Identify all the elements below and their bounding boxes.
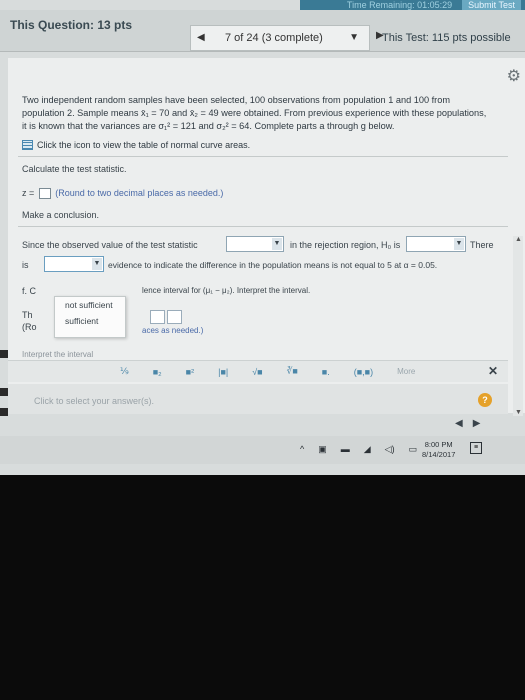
chevron-down-icon[interactable]: ▼ [272, 238, 282, 250]
edge-marker [0, 388, 8, 396]
calc-label: Calculate the test statistic. [22, 164, 127, 174]
question-header: This Question: 13 pts ◀ 7 of 24 (3 compl… [0, 10, 525, 52]
divider [18, 226, 508, 227]
gear-icon[interactable]: ⚙ [507, 66, 521, 86]
question-position[interactable]: 7 of 24 (3 complete) [225, 32, 323, 44]
edge-marker [0, 350, 8, 358]
clock-date: 8/14/2017 [422, 450, 456, 459]
notification-icon[interactable]: ≡ [470, 442, 482, 454]
keyboard-icon[interactable]: ▭ [409, 444, 418, 455]
submit-test-button[interactable]: Submit Test [462, 0, 521, 10]
subscript-button[interactable]: ■₂ [153, 367, 162, 377]
h0-dropdown[interactable]: ▼ [406, 236, 466, 252]
chevron-up-icon[interactable]: ^ [300, 444, 304, 455]
square-root-button[interactable]: √■ [252, 367, 262, 377]
math-toolbar: ⅑ ■₂ ■² |■| √■ ∛■ ■. (■,■) More ✕ [8, 360, 508, 382]
taskbar: ^ ▣ ▬ ◢ ◁) ▭ 8:00 PM 8/14/2017 ≡ [0, 436, 525, 464]
table-link-text[interactable]: Click the icon to view the table of norm… [37, 140, 250, 150]
network-icon[interactable]: ▣ [318, 444, 327, 455]
ci-lower-input[interactable] [150, 310, 165, 324]
absolute-value-button[interactable]: |■| [218, 367, 228, 377]
chevron-down-icon[interactable]: ▼ [515, 409, 522, 416]
timer-bar: Time Remaining: 01:05:29 Submit Test [300, 0, 525, 10]
conclusion-label: Make a conclusion. [22, 210, 100, 220]
answer-hint: Click to select your answer(s). [34, 396, 155, 406]
problem-statement: Two independent random samples have been… [22, 95, 487, 131]
wifi-icon[interactable]: ◢ [364, 444, 371, 455]
ci-upper-input[interactable] [167, 310, 182, 324]
dropdown-arrow-icon[interactable]: ▼ [349, 32, 359, 43]
menu-option-sufficient[interactable]: sufficient [55, 313, 125, 329]
more-button[interactable]: More [397, 367, 415, 376]
fraction-button[interactable]: ⅑ [120, 366, 129, 377]
interval-button[interactable]: (■,■) [354, 367, 373, 377]
rejection-text: in the rejection region, H₀ is [290, 240, 401, 250]
interpret-text: Interpret the interval [22, 350, 94, 359]
edge-marker [0, 408, 8, 416]
volume-icon[interactable]: ◁) [385, 444, 395, 455]
prev-question-icon[interactable]: ◀ [197, 32, 205, 43]
next-arrow-icon[interactable]: ▶ [473, 418, 481, 429]
chevron-down-icon[interactable]: ▼ [454, 238, 464, 250]
page-nav: ◀ ▶ [455, 418, 490, 429]
prev-arrow-icon[interactable]: ◀ [455, 418, 463, 429]
close-icon[interactable]: ✕ [488, 364, 498, 378]
clock[interactable]: 8:00 PM 8/14/2017 [422, 440, 455, 460]
question-navigator[interactable]: ◀ 7 of 24 (3 complete) ▼ [190, 25, 370, 51]
evidence-dropdown-menu: not sufficient sufficient [54, 296, 126, 338]
ci-prefix: f. C [22, 286, 37, 296]
z-row: z = (Round to two decimal places as need… [22, 188, 224, 200]
question-points: This Question: 13 pts [10, 18, 133, 32]
superscript-button[interactable]: ■² [186, 367, 194, 377]
evidence-text: evidence to indicate the difference in t… [108, 260, 438, 270]
ro-text: (Ro [22, 322, 37, 332]
answer-bar: Click to select your answer(s). ? [8, 384, 508, 414]
ci-inputs [150, 310, 184, 329]
table-link-row[interactable]: Click the icon to view the table of norm… [22, 140, 250, 150]
table-icon[interactable] [22, 140, 33, 150]
ci-text: lence interval for (μ₁ − μ₂). Interpret … [142, 286, 311, 295]
scrollbar[interactable]: ▲ ▼ [513, 236, 523, 416]
test-points: This Test: 115 pts possible [382, 32, 511, 44]
decimal-button[interactable]: ■. [322, 367, 330, 377]
test-stat-dropdown[interactable]: ▼ [226, 236, 284, 252]
th-text: Th [22, 310, 33, 320]
clock-time: 8:00 PM [424, 440, 453, 449]
z-hint: (Round to two decimal places as needed.) [55, 188, 224, 198]
evidence-dropdown[interactable]: ▼ [44, 256, 104, 272]
there-text: There [470, 240, 494, 250]
z-prefix: z = [22, 188, 35, 198]
battery-icon[interactable]: ▬ [341, 444, 350, 455]
z-input[interactable] [38, 188, 51, 200]
is-text: is [22, 260, 29, 270]
browser-screen: Time Remaining: 01:05:29 Submit Test Thi… [0, 0, 525, 475]
chevron-up-icon[interactable]: ▲ [515, 236, 522, 243]
help-icon[interactable]: ? [478, 393, 492, 407]
cube-root-button[interactable]: ∛■ [287, 366, 298, 377]
menu-option-not-sufficient[interactable]: not sufficient [55, 297, 125, 313]
system-tray: ^ ▣ ▬ ◢ ◁) ▭ [300, 444, 417, 455]
divider [18, 156, 508, 157]
since-text: Since the observed value of the test sta… [22, 240, 198, 250]
chevron-down-icon[interactable]: ▼ [92, 258, 102, 270]
time-remaining: Time Remaining: 01:05:29 [346, 0, 453, 10]
